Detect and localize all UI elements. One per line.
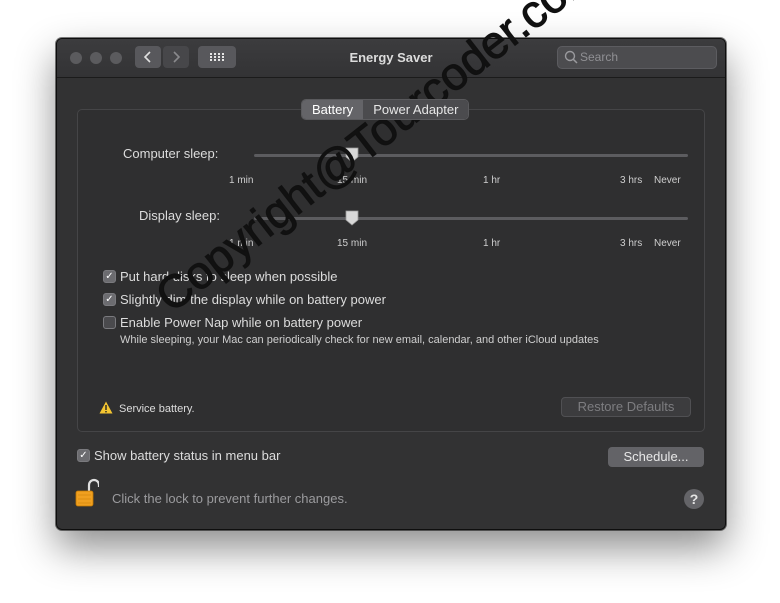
computer-sleep-tick-1hr: 1 hr: [483, 175, 501, 186]
zoom-window-button[interactable]: [110, 52, 122, 64]
power-nap-label: Enable Power Nap while on battery power: [120, 315, 363, 330]
dim-display-checkbox[interactable]: ✓: [103, 293, 116, 306]
computer-sleep-tick-1min: 1 min: [229, 175, 254, 186]
display-sleep-slider-track[interactable]: [254, 217, 688, 220]
close-window-button[interactable]: [70, 52, 82, 64]
minimize-window-button[interactable]: [90, 52, 102, 64]
display-sleep-tick-never: Never: [654, 238, 681, 249]
display-sleep-tick-1min: 1 min: [229, 238, 254, 249]
show-battery-status-label: Show battery status in menu bar: [94, 448, 281, 463]
display-sleep-label: Display sleep:: [139, 208, 220, 223]
title-bar: Energy Saver Search: [57, 39, 725, 78]
search-field[interactable]: Search: [557, 46, 717, 69]
settings-panel: Computer sleep: 1 min 15 min 1 hr 3 hrs …: [77, 109, 705, 432]
chevron-right-icon: [173, 51, 181, 63]
lock-icon[interactable]: [75, 477, 99, 509]
computer-sleep-slider-track[interactable]: [254, 154, 688, 157]
restore-defaults-button[interactable]: Restore Defaults: [561, 397, 691, 417]
back-button[interactable]: [135, 46, 161, 68]
help-button[interactable]: ?: [684, 489, 704, 509]
display-sleep-tick-15min: 15 min: [337, 238, 368, 249]
hard-disk-sleep-label: Put hard disks to sleep when possible: [120, 269, 338, 284]
forward-button[interactable]: [163, 46, 189, 68]
service-battery-text: Service battery.: [119, 403, 195, 415]
display-sleep-tick-3hrs: 3 hrs: [620, 238, 643, 249]
computer-sleep-label: Computer sleep:: [123, 146, 219, 161]
tab-battery[interactable]: Battery: [302, 100, 364, 119]
computer-sleep-slider-knob[interactable]: [345, 147, 359, 163]
power-nap-description: While sleeping, your Mac can periodicall…: [120, 334, 599, 346]
schedule-button[interactable]: Schedule...: [608, 447, 704, 467]
warning-icon: [99, 401, 113, 414]
tab-power-adapter[interactable]: Power Adapter: [363, 100, 469, 119]
search-icon: [564, 50, 578, 64]
power-nap-checkbox[interactable]: [103, 316, 116, 329]
show-battery-status-checkbox[interactable]: ✓: [77, 449, 90, 462]
computer-sleep-tick-3hrs: 3 hrs: [620, 175, 643, 186]
lock-message: Click the lock to prevent further change…: [112, 491, 348, 506]
hard-disk-sleep-checkbox[interactable]: ✓: [103, 270, 116, 283]
display-sleep-tick-1hr: 1 hr: [483, 238, 501, 249]
show-all-button[interactable]: [198, 46, 236, 68]
chevron-left-icon: [143, 51, 151, 63]
tab-bar: Battery Power Adapter: [301, 99, 470, 120]
display-sleep-slider-knob[interactable]: [345, 210, 359, 226]
search-placeholder: Search: [580, 50, 619, 64]
computer-sleep-tick-never: Never: [654, 175, 681, 186]
grid-icon: [210, 53, 224, 61]
computer-sleep-tick-15min: 15 min: [337, 175, 368, 186]
dim-display-label: Slightly dim the display while on batter…: [120, 292, 386, 307]
energy-saver-window: Energy Saver Search Battery Power Adapte…: [56, 38, 726, 530]
